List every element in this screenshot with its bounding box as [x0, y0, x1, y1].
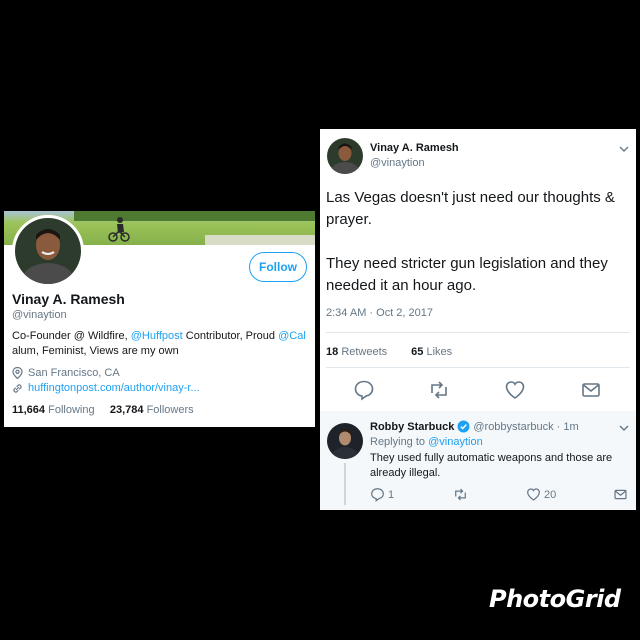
- bio-text: Contributor, Proud: [182, 330, 279, 342]
- tweet-author-name[interactable]: Vinay A. Ramesh: [370, 142, 459, 154]
- reply-author-handle[interactable]: @robbystarbuck: [473, 421, 553, 433]
- profile-avatar[interactable]: [12, 215, 84, 287]
- profile-bio: Co-Founder @ Wildfire, @Huffpost Contrib…: [12, 329, 310, 359]
- location-text: San Francisco, CA: [28, 367, 120, 379]
- reply-reply-action[interactable]: 1: [370, 487, 394, 502]
- profile-name: Vinay A. Ramesh: [12, 291, 125, 307]
- like-count: 20: [544, 488, 557, 501]
- location-icon: [12, 367, 23, 379]
- tweet-author-avatar[interactable]: [327, 138, 363, 174]
- tweet-author-handle[interactable]: @vinaytion: [370, 157, 425, 169]
- tweet-paragraph: They need stricter gun legislation and t…: [326, 255, 608, 294]
- chevron-down-icon[interactable]: [618, 422, 630, 434]
- retweets-label: Retweets: [341, 346, 388, 358]
- retweet-icon[interactable]: [428, 379, 450, 401]
- profile-url[interactable]: huffingtonpost.com/author/vinay-r...: [12, 382, 200, 394]
- reply-tweet[interactable]: Robby Starbuck @robbystarbuck · 1m Reply…: [320, 411, 636, 510]
- divider: [326, 367, 630, 368]
- reply-like-action[interactable]: 20: [526, 487, 556, 502]
- replying-to: Replying to @vinaytion: [370, 436, 483, 448]
- profile-handle: @vinaytion: [12, 309, 67, 321]
- chevron-down-icon[interactable]: [618, 143, 630, 155]
- bio-mention-huffpost[interactable]: @Huffpost: [131, 330, 183, 342]
- bio-text: alum, Feminist, Views are my own: [12, 345, 179, 357]
- profile-stats: 11,664 Following 23,784 Followers: [12, 404, 194, 416]
- bio-mention-cal[interactable]: @Cal: [278, 330, 306, 342]
- reply-icon: [371, 488, 384, 502]
- profile-card: Follow Vinay A. Ramesh @vinaytion Co-Fou…: [4, 211, 315, 427]
- reply-time[interactable]: · 1m: [557, 421, 579, 433]
- tweet-paragraph: Las Vegas doesn't just need our thoughts…: [326, 189, 615, 228]
- link-icon: [13, 383, 22, 393]
- verified-badge-icon: [457, 420, 470, 433]
- dm-icon[interactable]: [580, 379, 602, 401]
- reply-author-avatar[interactable]: [327, 423, 363, 459]
- likes-label: Likes: [426, 346, 453, 358]
- dm-icon: [614, 489, 627, 500]
- reply-dm-action[interactable]: [613, 487, 628, 502]
- tweet-text: Las Vegas doesn't just need our thoughts…: [326, 187, 626, 319]
- reply-count: 1: [388, 488, 395, 501]
- likes-count: 65: [411, 346, 424, 358]
- likes-stat[interactable]: 65 Likes: [411, 346, 452, 358]
- bio-text: Co-Founder @ Wildfire,: [12, 330, 131, 342]
- banner-path: [205, 235, 315, 245]
- photogrid-watermark: PhotoGrid: [489, 585, 621, 613]
- tweet-card: Vinay A. Ramesh @vinaytion Las Vegas doe…: [320, 129, 636, 510]
- retweets-stat[interactable]: 18 Retweets: [326, 346, 387, 358]
- reply-author-name[interactable]: Robby Starbuck: [370, 421, 454, 433]
- followers-count: 23,784: [109, 404, 144, 416]
- reply-icon[interactable]: [353, 379, 375, 401]
- followers-label: Followers: [146, 404, 194, 416]
- retweet-icon: [455, 488, 466, 501]
- following-stat[interactable]: 11,664 Following: [12, 404, 95, 416]
- retweets-count: 18: [326, 346, 339, 358]
- followers-stat[interactable]: 23,784 Followers: [110, 404, 194, 416]
- reply-retweet-action[interactable]: [453, 487, 468, 502]
- follow-button[interactable]: Follow: [249, 252, 307, 282]
- tweet-timestamp[interactable]: 2:34 AM · Oct 2, 2017: [326, 307, 433, 319]
- reply-text: They used fully automatic weapons and th…: [370, 452, 613, 479]
- profile-location: San Francisco, CA: [12, 367, 120, 379]
- tweet-stats: 18 Retweets 65 Likes: [326, 346, 452, 358]
- replying-to-mention[interactable]: @vinaytion: [428, 436, 483, 448]
- url-text[interactable]: huffingtonpost.com/author/vinay-r...: [28, 382, 200, 394]
- banner-cyclist-icon: [108, 217, 130, 242]
- thread-line: [344, 463, 346, 505]
- like-icon[interactable]: [504, 379, 526, 401]
- reply-header: Robby Starbuck @robbystarbuck · 1m: [370, 420, 579, 433]
- like-icon: [527, 488, 540, 501]
- following-label: Following: [48, 404, 95, 416]
- replying-prefix: Replying to: [370, 436, 426, 448]
- divider: [326, 332, 630, 333]
- following-count: 11,664: [12, 404, 46, 416]
